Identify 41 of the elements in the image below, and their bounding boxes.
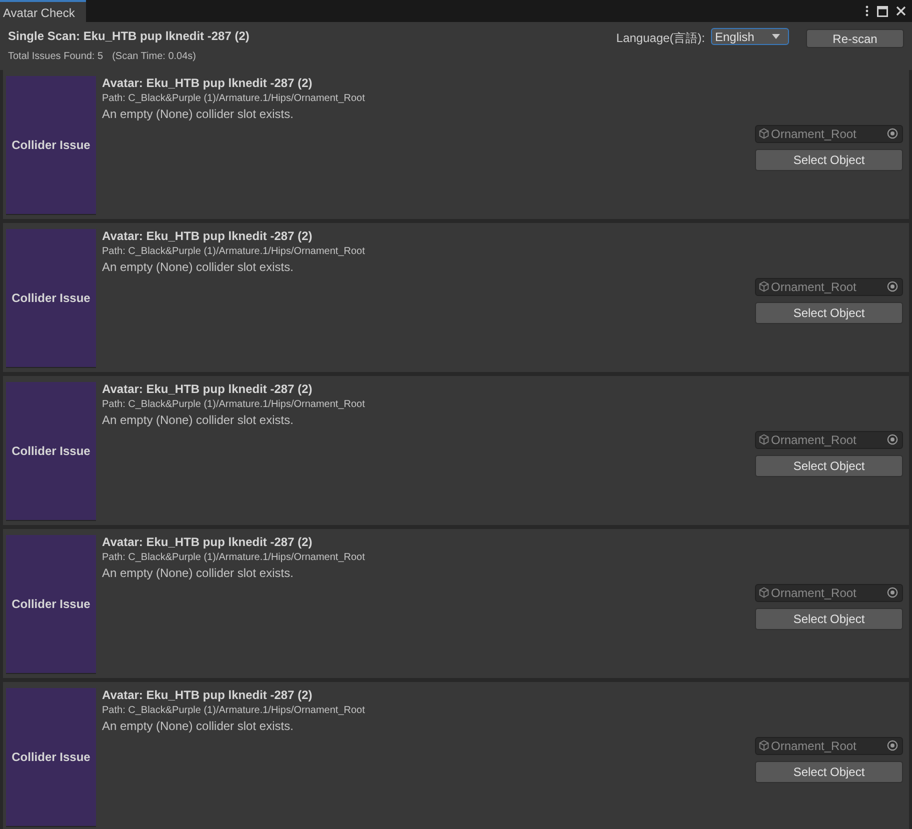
language-label: Language(言語): [616,30,705,47]
window-tab[interactable]: Avatar Check [0,0,86,22]
avatar-name: Avatar: Eku_HTB pup lknedit -287 (2) [102,535,314,549]
more-icon[interactable] [865,5,869,17]
language-dropdown[interactable]: English [711,28,789,45]
caret-icon [772,34,780,39]
select-object-button[interactable]: Select Object [755,760,903,782]
avatar-name: Avatar: Eku_HTB pup lknedit -287 (2) [102,688,314,702]
select-object-button[interactable]: Select Object [755,302,903,324]
scan-time: (Scan Time: 0.04s) [112,51,196,62]
issue-count: Total Issues Found: 5 [8,51,104,62]
issue-tag: Collider Issue [6,382,96,521]
issue-message: An empty (None) collider slot exists. [102,566,294,580]
cube-icon [759,281,769,292]
object-path: Path: C_Black&Purple (1)/Armature.1/Hips/Ornament_Root [102,704,366,717]
cube-icon [759,128,769,139]
maximize-icon[interactable] [877,6,888,16]
rescan-button[interactable]: Re-scan [806,29,904,48]
cube-icon [759,434,769,445]
issue-message: An empty (None) collider slot exists. [102,107,294,121]
object-path: Path: C_Black&Purple (1)/Armature.1/Hips/Ornament_Root [102,398,366,411]
scan-title: Single Scan: Eku_HTB pup lknedit -287 (2) [8,29,250,43]
avatar-name: Avatar: Eku_HTB pup lknedit -287 (2) [102,229,314,243]
object-path: Path: C_Black&Purple (1)/Armature.1/Hips/Ornament_Root [102,92,366,105]
issue-tag: Collider Issue [6,76,96,215]
object-path: Path: C_Black&Purple (1)/Armature.1/Hips/Ornament_Root [102,245,366,258]
close-icon[interactable] [896,6,906,16]
avatar-name: Avatar: Eku_HTB pup lknedit -287 (2) [102,76,314,90]
avatar-name: Avatar: Eku_HTB pup lknedit -287 (2) [102,382,314,396]
select-object-button[interactable]: Select Object [755,148,903,170]
issue-message: An empty (None) collider slot exists. [102,413,294,427]
cube-icon [759,587,769,598]
issue-message: An empty (None) collider slot exists. [102,719,294,733]
object-path: Path: C_Black&Purple (1)/Armature.1/Hips/Ornament_Root [102,551,366,564]
issue-message: An empty (None) collider slot exists. [102,260,294,274]
issue-tag: Collider Issue [6,229,96,368]
select-object-button[interactable]: Select Object [755,454,903,476]
select-object-button[interactable]: Select Object [755,608,903,630]
issue-tag: Collider Issue [6,688,96,827]
cube-icon [759,740,769,751]
issue-tag: Collider Issue [6,535,96,674]
